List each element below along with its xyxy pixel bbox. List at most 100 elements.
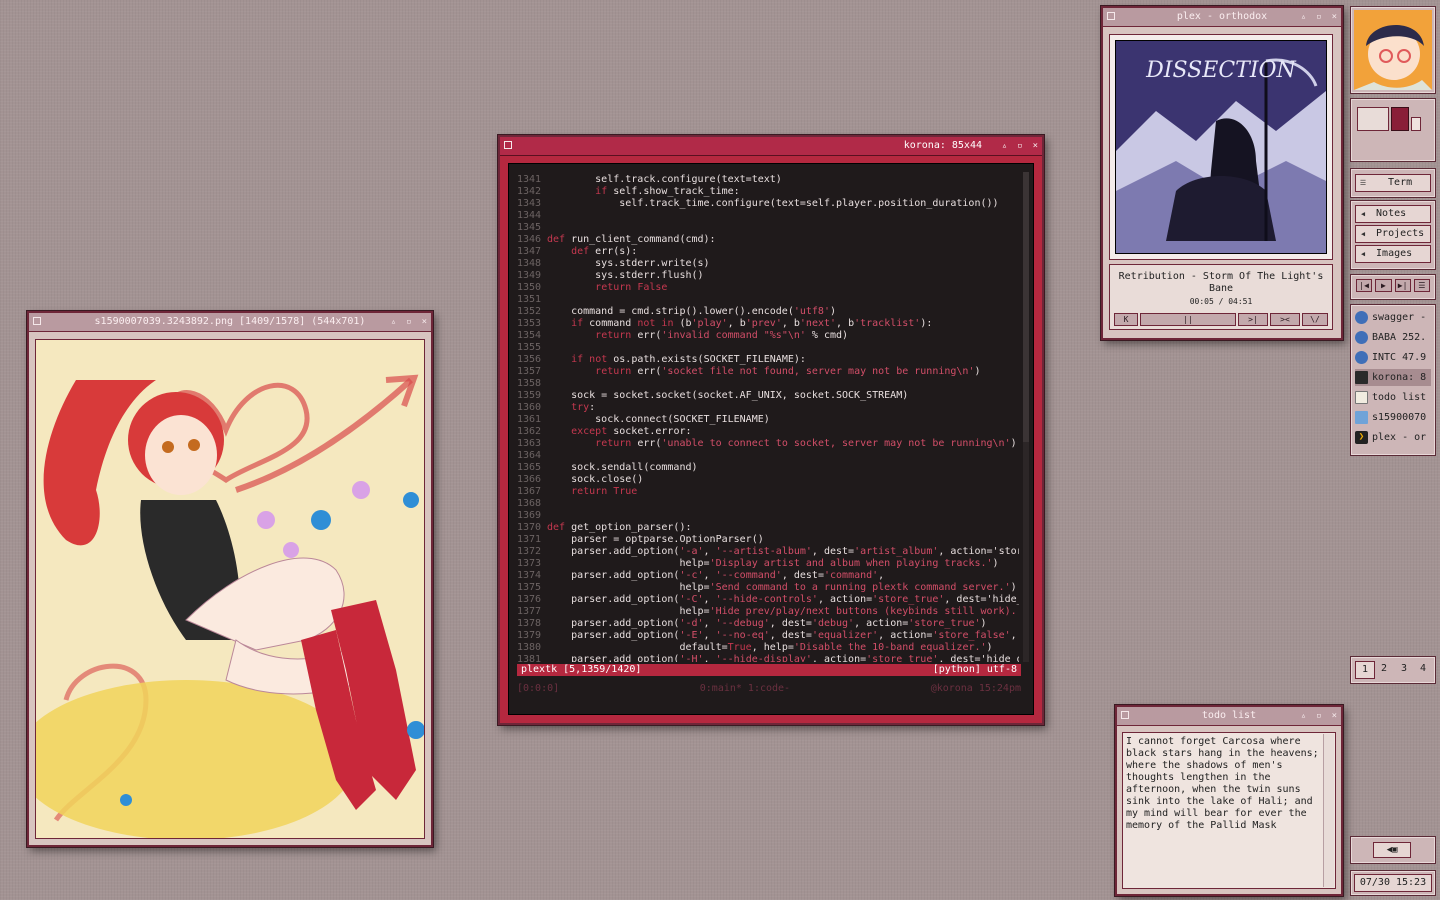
scrollbar-thumb[interactable] [1023,172,1029,442]
code-line[interactable]: 1362 except socket.error: [517,426,1019,438]
code-line[interactable]: 1365 sock.sendall(command) [517,462,1019,474]
workspace-3[interactable]: 3 [1395,661,1413,677]
code-line[interactable]: 1347 def err(s): [517,246,1019,258]
todo-text[interactable]: I cannot forget Carcosa where black star… [1126,736,1321,832]
close-icon[interactable]: × [422,313,427,331]
code-line[interactable]: 1374 parser.add_option('-c', '--command'… [517,570,1019,582]
todo-list-window[interactable]: todo list ▵ ▫ × I cannot forget Carcosa … [1115,705,1343,896]
code-line[interactable]: 1343 self.track_time.configure(text=self… [517,198,1019,210]
code-line[interactable]: 1368 [517,498,1019,510]
task-plex[interactable]: ❯ plex - or [1355,429,1431,446]
window-menu-icon[interactable] [504,141,512,149]
close-icon[interactable]: × [1332,8,1337,26]
code-line[interactable]: 1370 def get_option_parser(): [517,522,1019,534]
task-korona[interactable]: korona: 8 [1355,369,1431,386]
maximize-icon[interactable]: ▫ [1316,707,1321,725]
image-viewer-titlebar[interactable]: s1590007039.3243892.png [1409/1578] (544… [29,313,431,332]
code-line[interactable]: 1356 if not os.path.exists(SOCKET_FILENA… [517,354,1019,366]
minimize-icon[interactable]: ▵ [391,313,396,331]
code-line[interactable]: 1367 return True [517,486,1019,498]
menu-item-images[interactable]: ◀ Images [1355,245,1431,263]
code-line[interactable]: 1377 help='Hide prev/play/next buttons (… [517,606,1019,618]
close-icon[interactable]: × [1033,137,1038,155]
maximize-icon[interactable]: ▫ [1316,8,1321,26]
code-editor[interactable]: 1341 self.track.configure(text=text) 1342… [517,174,1019,662]
minimize-icon[interactable]: ▵ [1301,8,1306,26]
tmux-windows[interactable]: 0:main* 1:code- [700,683,790,695]
code-line[interactable]: 1349 sys.stderr.flush() [517,270,1019,282]
terminal-window[interactable]: korona: 85x44 ▵ ▫ × 1341 self.track.conf… [498,135,1044,725]
code-line[interactable]: 1342 if self.show_track_time: [517,186,1019,198]
code-line[interactable]: 1358 [517,378,1019,390]
code-line[interactable]: 1378 parser.add_option('-d', '--debug', … [517,618,1019,630]
menu-item-notes[interactable]: ◀ Notes [1355,205,1431,223]
terminal-titlebar[interactable]: korona: 85x44 ▵ ▫ × [500,137,1042,156]
plex-titlebar[interactable]: plex - orthodox ▵ ▫ × [1103,8,1341,27]
code-line[interactable]: 1353 if command not in (b'play', b'prev'… [517,318,1019,330]
todo-scrollbar[interactable] [1323,734,1334,887]
line-number: 1375 [517,582,542,593]
minimize-icon[interactable]: ▵ [1301,707,1306,725]
workspace-4[interactable]: 4 [1414,661,1432,677]
maximize-icon[interactable]: ▫ [406,313,411,331]
next-button[interactable]: >| [1238,313,1268,326]
image-viewer-window[interactable]: s1590007039.3243892.png [1409/1578] (544… [27,311,433,847]
code-line[interactable]: 1373 help='Display artist and album when… [517,558,1019,570]
code-line[interactable]: 1381 parser.add_option('-H', '--hide-dis… [517,654,1019,662]
task-todo[interactable]: todo list [1355,389,1431,406]
task-swagger[interactable]: swagger - [1355,309,1431,326]
code-line[interactable]: 1346 def run_client_command(cmd): [517,234,1019,246]
code-line[interactable]: 1364 [517,450,1019,462]
minimize-icon[interactable]: ▵ [1002,137,1007,155]
code-line[interactable]: 1355 [517,342,1019,354]
code-line[interactable]: 1350 return False [517,282,1019,294]
task-image[interactable]: s15900070 [1355,409,1431,426]
line-number: 1379 [517,630,542,641]
workspace-2[interactable]: 2 [1375,661,1393,677]
code-line[interactable]: 1345 [517,222,1019,234]
term-launcher-button[interactable]: ☰ Term [1355,174,1431,192]
code-line[interactable]: 1348 sys.stderr.write(s) [517,258,1019,270]
task-baba[interactable]: BABA 252. [1355,329,1431,346]
code-line[interactable]: 1376 parser.add_option('-C', '--hide-con… [517,594,1019,606]
menu-toggle-button[interactable]: \/ [1302,313,1328,326]
dock-previous-button[interactable]: |◀ [1356,279,1373,292]
code-line[interactable]: 1366 sock.close() [517,474,1019,486]
play-pause-button[interactable]: || [1140,313,1236,326]
code-line[interactable]: 1363 return err('unable to connect to so… [517,438,1019,450]
terminal-body[interactable]: 1341 self.track.configure(text=text) 1342… [508,163,1034,715]
code-line[interactable]: 1372 parser.add_option('-a', '--artist-a… [517,546,1019,558]
code-line[interactable]: 1354 return err('invalid command "%s"\n'… [517,330,1019,342]
dock-menu-button[interactable]: ☰ [1413,279,1430,292]
todo-titlebar[interactable]: todo list ▵ ▫ × [1117,707,1341,726]
code-line[interactable]: 1344 [517,210,1019,222]
menu-item-projects[interactable]: ◀ Projects [1355,225,1431,243]
dock-next-button[interactable]: ▶| [1394,279,1411,292]
volume-tray[interactable]: ◀▣ [1373,842,1411,858]
code-line[interactable]: 1360 try: [517,402,1019,414]
code-line[interactable]: 1369 [517,510,1019,522]
close-icon[interactable]: × [1332,707,1337,725]
code-line[interactable]: 1379 parser.add_option('-E', '--no-eq', … [517,630,1019,642]
code-line[interactable]: 1359 sock = socket.socket(socket.AF_UNIX… [517,390,1019,402]
todo-text-area[interactable]: I cannot forget Carcosa where black star… [1122,732,1336,889]
code-line[interactable]: 1352 command = cmd.strip().lower().encod… [517,306,1019,318]
previous-button[interactable]: K [1114,313,1138,326]
code-line[interactable]: 1341 self.track.configure(text=text) [517,174,1019,186]
code-line[interactable]: 1357 return err('socket file not found, … [517,366,1019,378]
code-line[interactable]: 1361 sock.connect(SOCKET_FILENAME) [517,414,1019,426]
maximize-icon[interactable]: ▫ [1017,137,1022,155]
dock-play-button[interactable]: ▶ [1375,279,1392,292]
clock[interactable]: 07/30 15:23 [1354,874,1432,892]
code-text: try: [571,402,596,413]
code-line[interactable]: 1371 parser = optparse.OptionParser() [517,534,1019,546]
plex-player-window[interactable]: plex - orthodox ▵ ▫ × DISSECTION Retribu… [1101,6,1343,340]
code-text: parser.add_option('-c', '--command', des… [547,570,885,581]
code-line[interactable]: 1380 default=True, help='Disable the 10-… [517,642,1019,654]
screenshot-icon[interactable]: ▣ [1392,845,1397,855]
workspace-1[interactable]: 1 [1355,661,1375,679]
code-line[interactable]: 1351 [517,294,1019,306]
shuffle-button[interactable]: >< [1270,313,1300,326]
task-intc[interactable]: INTC 47.9 [1355,349,1431,366]
code-line[interactable]: 1375 help='Send command to a running ple… [517,582,1019,594]
